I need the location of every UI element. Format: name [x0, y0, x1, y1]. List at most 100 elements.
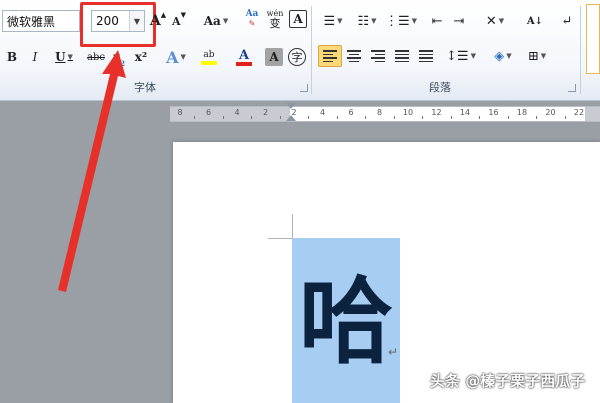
- subscript-button[interactable]: x2: [110, 46, 128, 68]
- ruler-tick: [365, 116, 367, 119]
- text-effects-button[interactable]: A ▼: [163, 46, 189, 68]
- ruler-number: 20: [545, 108, 556, 117]
- numbering-button[interactable]: ☷ ▼: [352, 10, 382, 32]
- italic-button[interactable]: I: [27, 46, 43, 68]
- ribbon: 微软雅黑 200 ▼ A ▲ A ▼ Aa ▼ Aa ✎ wén 变 A B I U ▼ a…: [0, 0, 600, 101]
- numbering-icon: ☷: [357, 13, 370, 29]
- ruler-tick: [308, 116, 310, 119]
- sort-label: A↓: [526, 15, 544, 27]
- highlight-color-swatch: [201, 60, 217, 65]
- group-divider: [580, 6, 581, 94]
- character-border-button[interactable]: A: [289, 10, 307, 28]
- ruler-number: 10: [402, 108, 414, 117]
- justify-icon: [395, 50, 409, 62]
- multilevel-list-icon: ⋮☰: [384, 13, 410, 29]
- underline-label: U: [55, 50, 66, 64]
- line-spacing-button[interactable]: ↕☰ ▼: [446, 45, 476, 67]
- ruler-tick: [450, 116, 452, 119]
- chinese-layout-button[interactable]: ✕ ▼: [480, 10, 510, 32]
- ruler-tick: [194, 116, 196, 119]
- shrink-font-label: A: [172, 14, 181, 28]
- ruler-tick: [222, 116, 224, 119]
- ruler-number: 18: [516, 108, 528, 117]
- horizontal-ruler[interactable]: 8 6 4 2 2 4 6 8 10 12 14 16 18 20 22: [170, 103, 600, 122]
- ruler-tick: [279, 116, 281, 119]
- font-color-button[interactable]: A: [230, 46, 258, 68]
- grow-font-label: A: [149, 13, 161, 29]
- distributed-icon: [419, 50, 433, 62]
- bold-button[interactable]: B: [4, 46, 20, 68]
- highlight-button[interactable]: ab: [195, 46, 223, 68]
- crop-mark: [268, 238, 292, 239]
- decrease-indent-button[interactable]: ⇤: [428, 10, 446, 32]
- character-shading-button[interactable]: A: [265, 48, 283, 66]
- align-center-icon: [347, 50, 361, 62]
- justify-button[interactable]: [392, 45, 412, 67]
- strikethrough-button[interactable]: abc: [84, 46, 108, 68]
- chevron-down-icon: ▼: [180, 53, 186, 61]
- line-spacing-icon: ↕☰: [446, 48, 469, 64]
- decrease-indent-icon: ⇤: [431, 13, 443, 29]
- hanging-indent-marker-icon[interactable]: [286, 115, 296, 121]
- group-divider: [311, 6, 312, 94]
- ruler-number: 4: [234, 108, 240, 117]
- distributed-button[interactable]: [416, 45, 436, 67]
- borders-button[interactable]: ⊞ ▼: [522, 45, 552, 67]
- italic-label: I: [32, 50, 38, 64]
- font-dialog-launcher-icon[interactable]: [300, 84, 308, 92]
- ruler-number: 14: [459, 108, 471, 117]
- chevron-down-icon: ▼: [337, 17, 343, 25]
- bullets-button[interactable]: ☰ ▼: [318, 10, 348, 32]
- ruler-margin-left: [170, 107, 290, 121]
- show-marks-button[interactable]: ↵: [558, 10, 576, 32]
- align-right-button[interactable]: [368, 45, 388, 67]
- align-center-button[interactable]: [344, 45, 364, 67]
- ruler-number: 22: [573, 108, 585, 117]
- chinese-layout-icon: ✕: [485, 13, 497, 29]
- strikethrough-label: abc: [87, 51, 105, 63]
- borders-icon: ⊞: [527, 48, 539, 64]
- multilevel-list-button[interactable]: ⋮☰ ▼: [384, 10, 418, 32]
- styles-gallery[interactable]: [586, 4, 600, 74]
- ruler-tick: [479, 116, 481, 119]
- superscript-button[interactable]: x²: [132, 46, 150, 68]
- sort-button[interactable]: A↓: [524, 10, 546, 32]
- font-name-combo[interactable]: 微软雅黑: [2, 10, 80, 32]
- chevron-down-icon: ▼: [498, 17, 505, 25]
- enclose-characters-label: 字: [291, 51, 303, 64]
- align-left-button[interactable]: [318, 45, 342, 67]
- increase-indent-button[interactable]: ⇥: [450, 10, 468, 32]
- bullets-icon: ☰: [323, 13, 336, 29]
- ruler-tick: [393, 116, 395, 119]
- underline-button[interactable]: U ▼: [51, 46, 77, 68]
- clear-format-button[interactable]: Aa ✎: [242, 8, 262, 30]
- grow-font-button[interactable]: A ▲: [150, 10, 166, 32]
- chevron-down-icon: ▼: [540, 52, 547, 60]
- highlight-label: ab: [203, 49, 215, 60]
- ruler-tick: [336, 116, 338, 119]
- chevron-down-icon: ▼: [67, 53, 73, 61]
- shrink-font-button[interactable]: A ▼: [171, 10, 187, 32]
- ruler-tick: [251, 116, 253, 119]
- font-name-value[interactable]: 微软雅黑: [3, 13, 79, 30]
- paragraph-group-label: 段落: [429, 81, 451, 94]
- shading-button[interactable]: ◈ ▼: [488, 45, 518, 67]
- first-line-indent-marker-icon[interactable]: [286, 103, 296, 109]
- ruler-number: 6: [205, 108, 212, 117]
- paragraph-mark: ↵: [388, 345, 399, 359]
- ruler-number: 2: [262, 108, 269, 117]
- phonetic-guide-button[interactable]: wén 变: [265, 8, 285, 30]
- paragraph-dialog-launcher-icon[interactable]: [568, 84, 576, 92]
- change-case-button[interactable]: Aa ▼: [202, 10, 230, 32]
- clear-format-icon: Aa: [245, 9, 259, 19]
- font-color-swatch: [236, 61, 252, 66]
- character-border-label: A: [293, 12, 303, 26]
- document-text[interactable]: 哈: [292, 258, 400, 388]
- increase-indent-icon: ⇥: [453, 13, 465, 29]
- eraser-icon: ✎: [248, 19, 256, 28]
- change-case-label: Aa: [203, 14, 221, 28]
- ruler-number: 12: [431, 108, 442, 117]
- ruler-number: 6: [348, 108, 354, 117]
- chevron-down-icon: ▼: [411, 17, 418, 25]
- enclose-characters-button[interactable]: 字: [288, 48, 306, 66]
